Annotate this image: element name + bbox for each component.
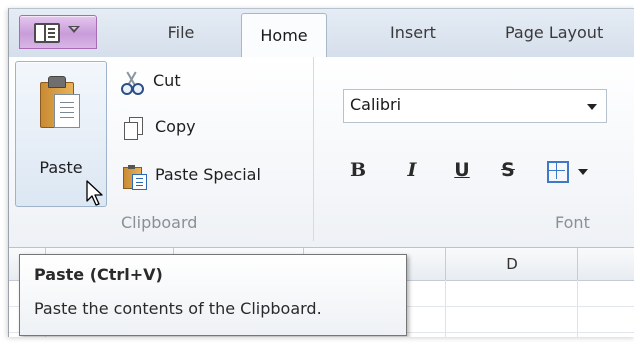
tab-home[interactable]: Home	[241, 13, 327, 58]
grid-line	[577, 280, 578, 337]
copy-button[interactable]: Copy	[123, 113, 223, 141]
copy-label: Copy	[155, 117, 196, 136]
dropdown-arrow-icon	[68, 26, 80, 33]
tooltip-title: Paste (Ctrl+V)	[34, 265, 163, 284]
paste-special-icon	[123, 165, 147, 190]
tooltip-description: Paste the contents of the Clipboard.	[34, 299, 322, 318]
strikethrough-button[interactable]: S	[499, 159, 517, 181]
bold-button[interactable]: B	[349, 159, 367, 181]
cut-label: Cut	[153, 71, 181, 90]
tab-file[interactable]: File	[151, 15, 211, 48]
column-header[interactable]	[577, 248, 634, 280]
paste-label: Paste	[39, 158, 83, 177]
clipboard-group-label: Clipboard	[121, 213, 198, 232]
tab-insert[interactable]: Insert	[375, 15, 451, 48]
grid-line	[445, 280, 446, 337]
ribbon-home-panel: Paste Cut Copy Paste Special Clipboard C…	[9, 57, 634, 248]
tab-page-layout[interactable]: Page Layout	[505, 15, 634, 48]
font-group-label: Font	[555, 213, 590, 232]
font-name-value: Calibri	[350, 95, 402, 114]
scissors-icon	[121, 71, 144, 95]
borders-icon[interactable]	[547, 161, 569, 183]
group-separator	[313, 57, 314, 241]
underline-button[interactable]: U	[453, 159, 471, 181]
column-header-d[interactable]: D	[445, 248, 578, 280]
chevron-down-icon	[587, 104, 597, 110]
window-layout-icon	[34, 23, 60, 43]
paste-special-label: Paste Special	[155, 165, 261, 184]
mouse-pointer-icon	[86, 180, 103, 206]
paste-tooltip: Paste (Ctrl+V) Paste the contents of the…	[19, 254, 407, 336]
copy-icon	[123, 117, 145, 140]
cut-button[interactable]: Cut	[121, 67, 221, 95]
borders-dropdown-icon[interactable]	[578, 169, 588, 175]
application-menu-button[interactable]	[19, 15, 97, 49]
paste-special-button[interactable]: Paste Special	[123, 161, 303, 190]
ribbon-tab-strip: File Home Insert Page Layout	[9, 9, 634, 58]
italic-button[interactable]: I	[403, 159, 421, 181]
clipboard-icon	[40, 76, 80, 128]
spreadsheet-window: File Home Insert Page Layout Paste Cut C…	[8, 8, 634, 337]
font-name-combobox[interactable]: Calibri	[343, 89, 607, 123]
